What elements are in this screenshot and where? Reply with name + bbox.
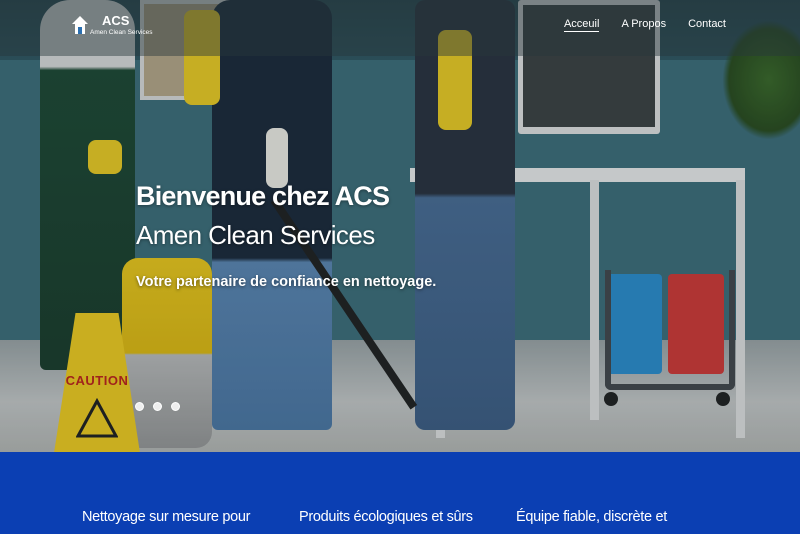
nav-link-contact[interactable]: Contact	[688, 18, 726, 32]
hero-overlay	[0, 0, 800, 452]
nav-link-accueil[interactable]: Acceuil	[563, 18, 600, 32]
feature-item-custom-cleaning: Nettoyage sur mesure pour	[82, 509, 251, 525]
carousel-dot-2[interactable]	[153, 402, 162, 411]
hero-tagline: Votre partenaire de confiance en nettoya…	[136, 274, 437, 290]
carousel-dot-1[interactable]	[135, 402, 144, 411]
logo-title: ACS	[102, 13, 130, 28]
navbar: ACS Amen Clean Services Acceuil A Propos…	[0, 0, 800, 56]
logo-house-icon	[72, 16, 88, 34]
main-nav: Acceuil A Propos Contact	[563, 18, 726, 32]
brand-logo[interactable]: ACS Amen Clean Services	[72, 10, 153, 40]
hero-title: Bienvenue chez ACS	[136, 181, 390, 211]
hero-banner: CAUTION	[0, 0, 800, 452]
carousel-dot-3[interactable]	[171, 402, 180, 411]
feature-item-eco-products: Produits écologiques et sûrs	[299, 509, 473, 525]
nav-link-a-propos[interactable]: A Propos	[621, 18, 666, 32]
hero-subtitle: Amen Clean Services	[136, 220, 375, 250]
logo-subtitle: Amen Clean Services	[90, 29, 153, 36]
carousel-indicators	[135, 402, 180, 411]
features-section: Nettoyage sur mesure pour Produits écolo…	[0, 452, 800, 534]
feature-item-reliable-team: Équipe fiable, discrète et	[516, 509, 667, 525]
